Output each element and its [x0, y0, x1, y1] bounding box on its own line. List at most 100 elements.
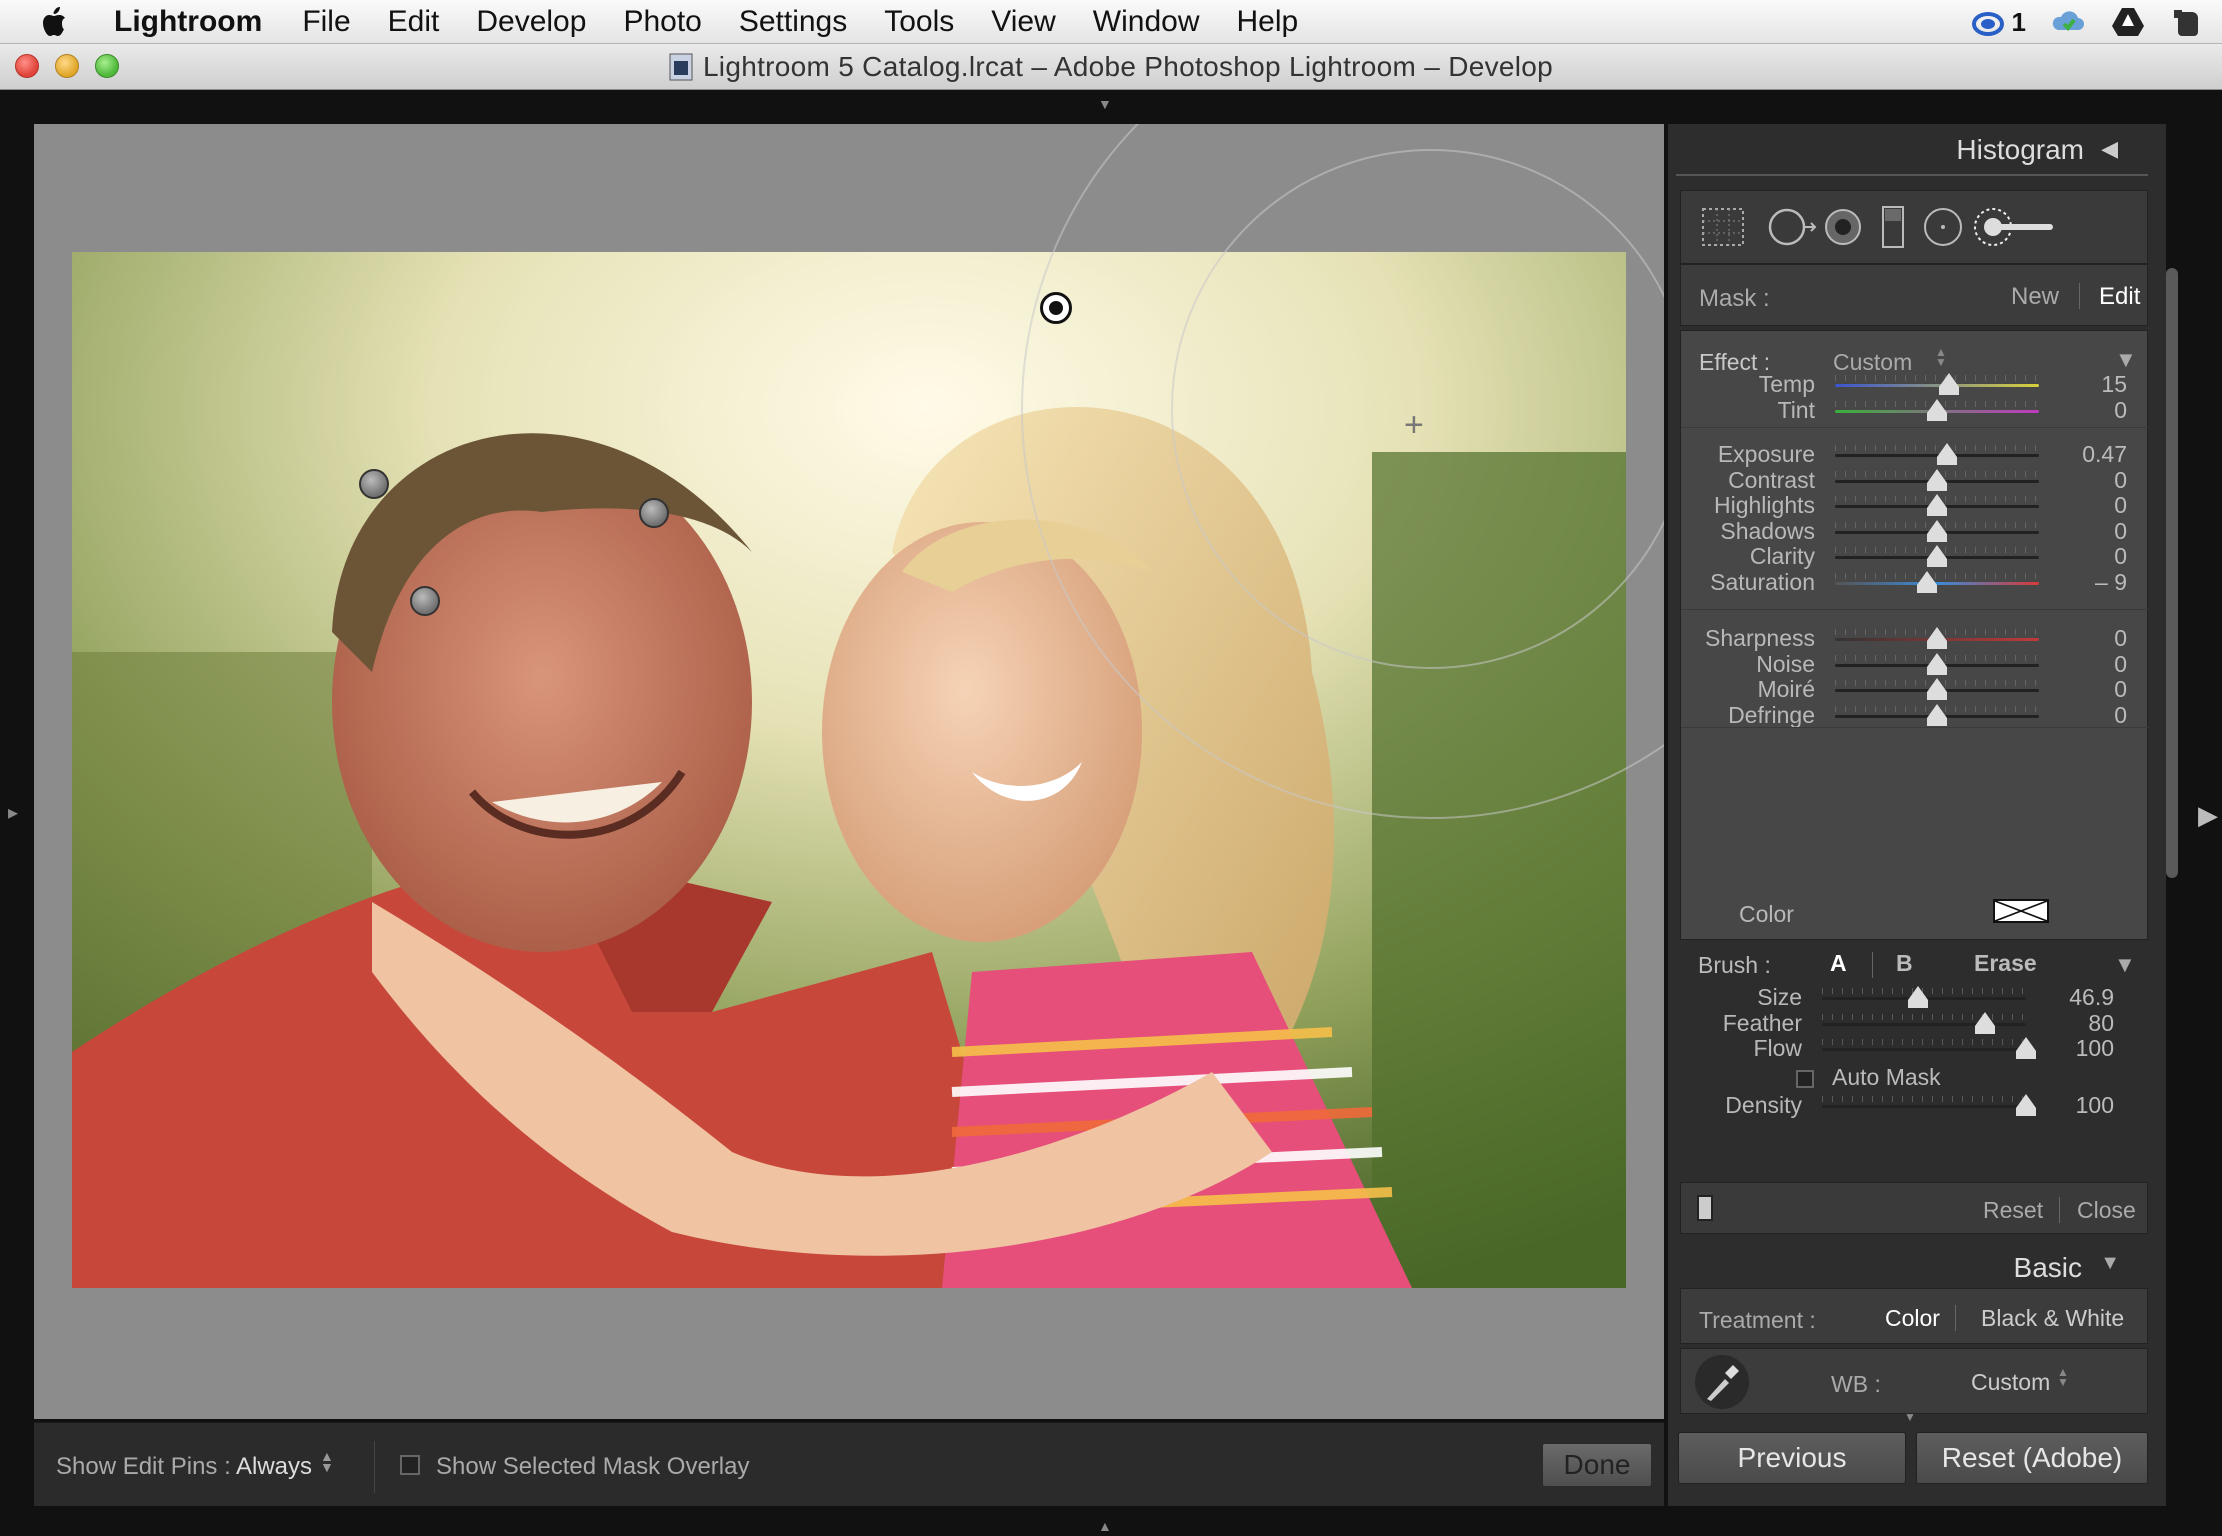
effect-panel: Effect : Custom ▲ ▼ ▼ Temp 15 Tint 0 Exposure…: [1680, 330, 2149, 940]
show-edit-pins-select[interactable]: Always: [236, 1453, 312, 1481]
updown-chevron-icon[interactable]: ▲ ▼: [320, 1449, 334, 1474]
menu-edit[interactable]: Edit: [388, 5, 440, 39]
panel-switch-toggle[interactable]: [1697, 1195, 1713, 1221]
treatment-separator: [1955, 1305, 1956, 1331]
close-button[interactable]: Close: [2077, 1197, 2136, 1224]
menu-app[interactable]: Lightroom: [114, 5, 262, 39]
panel-scrollbar[interactable]: [2166, 268, 2178, 878]
reset-adobe-button[interactable]: Reset (Adobe): [1916, 1432, 2148, 1484]
treatment-color-button[interactable]: Color: [1885, 1305, 1940, 1332]
size-slider-thumb[interactable]: [1907, 986, 1928, 1008]
radial-filter-icon[interactable]: [1917, 203, 1969, 251]
brush-panel: Brush : A B Erase ▼ Size 46.9 Feather 80 Flo…: [1668, 944, 2148, 1124]
edit-pin-selected[interactable]: [1040, 292, 1072, 324]
window-minimize-button[interactable]: [55, 54, 79, 78]
menu-photo[interactable]: Photo: [623, 5, 701, 39]
tint-value[interactable]: 0: [2114, 397, 2127, 424]
moir-slider-thumb[interactable]: [1927, 678, 1947, 700]
image-canvas[interactable]: +: [34, 124, 1664, 1419]
slider-ticks: [1835, 375, 2039, 381]
saturation-slider[interactable]: [1835, 581, 2039, 585]
mask-edit-button[interactable]: Edit: [2099, 283, 2140, 311]
mask-new-button[interactable]: New: [2011, 283, 2059, 311]
window-close-button[interactable]: [15, 54, 39, 78]
mask-overlay-label[interactable]: Show Selected Mask Overlay: [436, 1453, 749, 1481]
clarity-slider-thumb[interactable]: [1927, 545, 1947, 567]
mask-overlay-checkbox[interactable]: [400, 1455, 420, 1475]
tint-slider-thumb[interactable]: [1927, 399, 1947, 421]
color-swatch[interactable]: [1993, 899, 2049, 923]
right-panel-toggle-icon[interactable]: ▶: [2198, 800, 2218, 831]
temp-slider[interactable]: [1835, 384, 2039, 387]
feather-slider-thumb[interactable]: [1975, 1011, 1996, 1034]
defringe-slider-thumb[interactable]: [1927, 703, 1947, 726]
saturation-value[interactable]: – 9: [2095, 569, 2127, 596]
collapse-triangle-icon[interactable]: ▼: [2100, 1252, 2120, 1275]
done-button[interactable]: Done: [1542, 1443, 1652, 1487]
brush-collapse-icon[interactable]: ▼: [2114, 952, 2136, 978]
crop-overlay-icon[interactable]: [1697, 203, 1749, 251]
collapse-triangle-icon[interactable]: ◀: [2101, 136, 2118, 162]
tint-label: Tint: [1777, 397, 1816, 423]
window-zoom-button[interactable]: [95, 54, 119, 78]
density-slider[interactable]: [1822, 1105, 2026, 1108]
edit-pin-1[interactable]: [359, 469, 389, 499]
histogram-header[interactable]: Histogram ◀: [1668, 124, 2148, 176]
brush-b-button[interactable]: B: [1896, 950, 1913, 977]
reset-separator: [2059, 1197, 2060, 1223]
flow-value[interactable]: 100: [2076, 1035, 2114, 1062]
edit-pin-3[interactable]: [410, 586, 440, 616]
edit-pin-2[interactable]: [639, 498, 669, 528]
cloud-sync-icon[interactable]: [2050, 4, 2086, 40]
top-panel-toggle-icon[interactable]: ▼: [1098, 96, 1112, 112]
flow-slider-thumb[interactable]: [2016, 1037, 2036, 1059]
menu-window[interactable]: Window: [1093, 5, 1200, 39]
brush-a-button[interactable]: A: [1830, 950, 1847, 977]
eyedropper-icon[interactable]: [1695, 1355, 1749, 1409]
density-value[interactable]: 100: [2076, 1092, 2114, 1119]
feather-slider[interactable]: [1822, 1022, 2026, 1026]
left-panel-toggle-icon[interactable]: ▸: [8, 800, 18, 825]
sync-icon[interactable]: [1970, 4, 2006, 40]
exposure-slider-thumb[interactable]: [1937, 443, 1958, 465]
defringe-value[interactable]: 0: [2114, 702, 2127, 729]
temp-slider-thumb[interactable]: [1939, 373, 1960, 395]
auto-mask-label[interactable]: Auto Mask: [1832, 1064, 1941, 1091]
menu-tools[interactable]: Tools: [884, 5, 954, 39]
graduated-filter-icon[interactable]: [1867, 203, 1919, 251]
treatment-bw-button[interactable]: Black & White: [1981, 1305, 2124, 1332]
red-eye-icon[interactable]: [1817, 203, 1869, 251]
menu-view[interactable]: View: [991, 5, 1055, 39]
brush-erase-button[interactable]: Erase: [1974, 950, 2037, 977]
contrast-slider-thumb[interactable]: [1927, 468, 1947, 491]
apple-icon[interactable]: [38, 4, 74, 40]
menu-develop[interactable]: Develop: [476, 5, 586, 39]
reset-button[interactable]: Reset: [1983, 1197, 2043, 1224]
adjustment-brush-icon[interactable]: [1967, 203, 2087, 251]
menu-help[interactable]: Help: [1236, 5, 1298, 39]
panel-expand-icon[interactable]: ▼: [1904, 1410, 1916, 1424]
slider-ticks: [1835, 572, 2039, 579]
evernote-icon[interactable]: [2170, 4, 2206, 40]
right-panel: Histogram ◀ Mask: New Edit Effect: Cus…: [1668, 124, 2166, 1506]
basic-header[interactable]: Basic ▼: [1668, 1242, 2148, 1292]
menu-file[interactable]: File: [302, 5, 350, 39]
density-slider-thumb[interactable]: [2016, 1094, 2036, 1116]
shadows-slider-thumb[interactable]: [1927, 519, 1947, 542]
noise-slider-thumb[interactable]: [1927, 652, 1947, 675]
updown-chevron-icon[interactable]: ▲ ▼: [2057, 1366, 2069, 1388]
drive-icon[interactable]: [2110, 4, 2146, 40]
group-separator: [1681, 609, 2149, 610]
menu-settings[interactable]: Settings: [739, 5, 847, 39]
sharpness-slider-thumb[interactable]: [1927, 627, 1947, 649]
highlights-slider-thumb[interactable]: [1927, 494, 1947, 516]
bottom-panel-toggle-icon[interactable]: ▲: [1098, 1518, 1112, 1534]
previous-button[interactable]: Previous: [1678, 1432, 1906, 1484]
photo-preview[interactable]: [72, 252, 1626, 1288]
wb-select[interactable]: Custom: [1971, 1369, 2050, 1396]
auto-mask-checkbox[interactable]: [1796, 1070, 1814, 1088]
spot-removal-icon[interactable]: [1765, 203, 1817, 251]
flow-slider[interactable]: [1822, 1048, 2026, 1051]
updown-chevron-icon[interactable]: ▲ ▼: [1935, 346, 1947, 368]
saturation-slider-thumb[interactable]: [1916, 570, 1937, 593]
